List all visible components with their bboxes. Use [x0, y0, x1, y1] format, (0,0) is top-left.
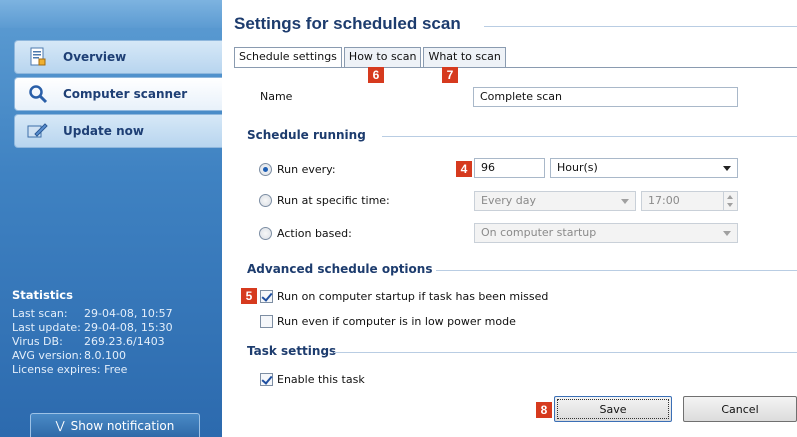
- low-power-checkbox[interactable]: [260, 315, 273, 328]
- sidebar-item-computer-scanner[interactable]: Computer scanner: [14, 77, 222, 111]
- stat-value: 29-04-08, 10:57: [84, 307, 173, 320]
- low-power-label: Run even if computer is in low power mod…: [277, 315, 516, 328]
- select-value: Hour(s): [557, 161, 598, 174]
- divider: [484, 26, 797, 27]
- cancel-button[interactable]: Cancel: [683, 396, 797, 422]
- stat-value: 8.0.100: [84, 349, 126, 362]
- sidebar-item-label: Overview: [63, 50, 127, 64]
- name-label: Name: [260, 90, 293, 103]
- stat-row: Last scan: 29-04-08, 10:57: [12, 307, 217, 321]
- stat-key: Last update:: [12, 321, 81, 334]
- action-based-radio[interactable]: [259, 227, 272, 240]
- stat-key: Virus DB:: [12, 335, 63, 348]
- sidebar-top-band: [0, 0, 222, 28]
- document-icon: [27, 46, 49, 68]
- action-based-select[interactable]: On computer startup: [474, 223, 738, 243]
- chevron-down-icon: [723, 231, 731, 236]
- startup-missed-label: Run on computer startup if task has been…: [277, 290, 549, 303]
- chevron-down-icon: [621, 199, 629, 204]
- callout-badge: 7: [442, 67, 458, 83]
- page-title: Settings for scheduled scan: [234, 14, 461, 33]
- save-button[interactable]: Save: [554, 396, 672, 422]
- stat-row: AVG version: 8.0.100: [12, 349, 217, 363]
- tab-schedule-settings[interactable]: Schedule settings: [234, 47, 342, 68]
- main-panel: Settings for scheduled scan Schedule set…: [222, 0, 797, 437]
- double-chevron-down-icon: ⋁: [55, 419, 65, 432]
- stat-row: License expires: Free: [12, 363, 217, 377]
- divider: [436, 270, 797, 271]
- stat-value: 29-04-08, 15:30: [84, 321, 173, 334]
- update-icon: [27, 120, 49, 142]
- sidebar-item-label: Update now: [63, 124, 144, 138]
- select-value: Every day: [481, 194, 536, 207]
- arrow-up-icon: [727, 195, 733, 199]
- show-notification-button[interactable]: ⋁ Show notification: [30, 413, 200, 437]
- tab-how-to-scan[interactable]: How to scan: [343, 47, 422, 67]
- stat-row: Virus DB: 269.23.6/1403: [12, 335, 217, 349]
- stat-key: AVG version:: [12, 349, 83, 362]
- startup-missed-checkbox[interactable]: [260, 290, 273, 303]
- action-based-label: Action based:: [277, 227, 352, 240]
- spinner-value: 17:00: [648, 194, 680, 207]
- enable-task-checkbox[interactable]: [260, 373, 273, 386]
- spinner-buttons[interactable]: [723, 192, 737, 210]
- stat-row: Last update: 29-04-08, 15:30: [12, 321, 217, 335]
- tab-bar: Schedule settings How to scan What to sc…: [234, 47, 508, 68]
- stat-key: Last scan:: [12, 307, 68, 320]
- sidebar-item-overview[interactable]: Overview: [14, 40, 222, 74]
- select-value: On computer startup: [481, 226, 597, 239]
- tab-what-to-scan[interactable]: What to scan: [423, 47, 506, 67]
- divider: [234, 67, 797, 68]
- callout-badge: 6: [368, 67, 384, 83]
- statistics-panel: Statistics Last scan: 29-04-08, 10:57 Las…: [12, 288, 217, 377]
- specific-time-spinner[interactable]: 17:00: [641, 191, 738, 211]
- statistics-title: Statistics: [12, 288, 73, 302]
- callout-badge: 5: [241, 288, 257, 304]
- sidebar: Overview Computer scanner Update now Sta…: [0, 0, 222, 437]
- license-text: License expires: Free: [12, 363, 128, 376]
- divider: [334, 352, 797, 353]
- show-notification-label: Show notification: [70, 418, 175, 433]
- specific-time-frequency-select[interactable]: Every day: [474, 191, 636, 211]
- section-title-advanced: Advanced schedule options: [247, 262, 433, 276]
- section-title-task-settings: Task settings: [247, 344, 337, 358]
- run-every-value-field[interactable]: 96: [474, 158, 545, 178]
- chevron-down-icon: [723, 166, 731, 171]
- specific-time-label: Run at specific time:: [277, 194, 390, 207]
- divider: [382, 136, 797, 137]
- run-every-radio[interactable]: [259, 163, 272, 176]
- run-every-label: Run every:: [277, 163, 336, 176]
- callout-badge: 8: [536, 402, 552, 418]
- enable-task-label: Enable this task: [277, 373, 365, 386]
- magnifier-icon: [27, 83, 49, 105]
- specific-time-radio[interactable]: [259, 194, 272, 207]
- callout-badge: 4: [456, 161, 472, 177]
- sidebar-item-label: Computer scanner: [63, 87, 188, 101]
- stat-value: 269.23.6/1403: [84, 335, 165, 348]
- section-title-schedule-running: Schedule running: [247, 128, 366, 142]
- sidebar-item-update-now[interactable]: Update now: [14, 114, 222, 148]
- arrow-down-icon: [727, 203, 733, 207]
- name-field[interactable]: Complete scan: [473, 87, 738, 107]
- run-every-unit-select[interactable]: Hour(s): [550, 158, 738, 178]
